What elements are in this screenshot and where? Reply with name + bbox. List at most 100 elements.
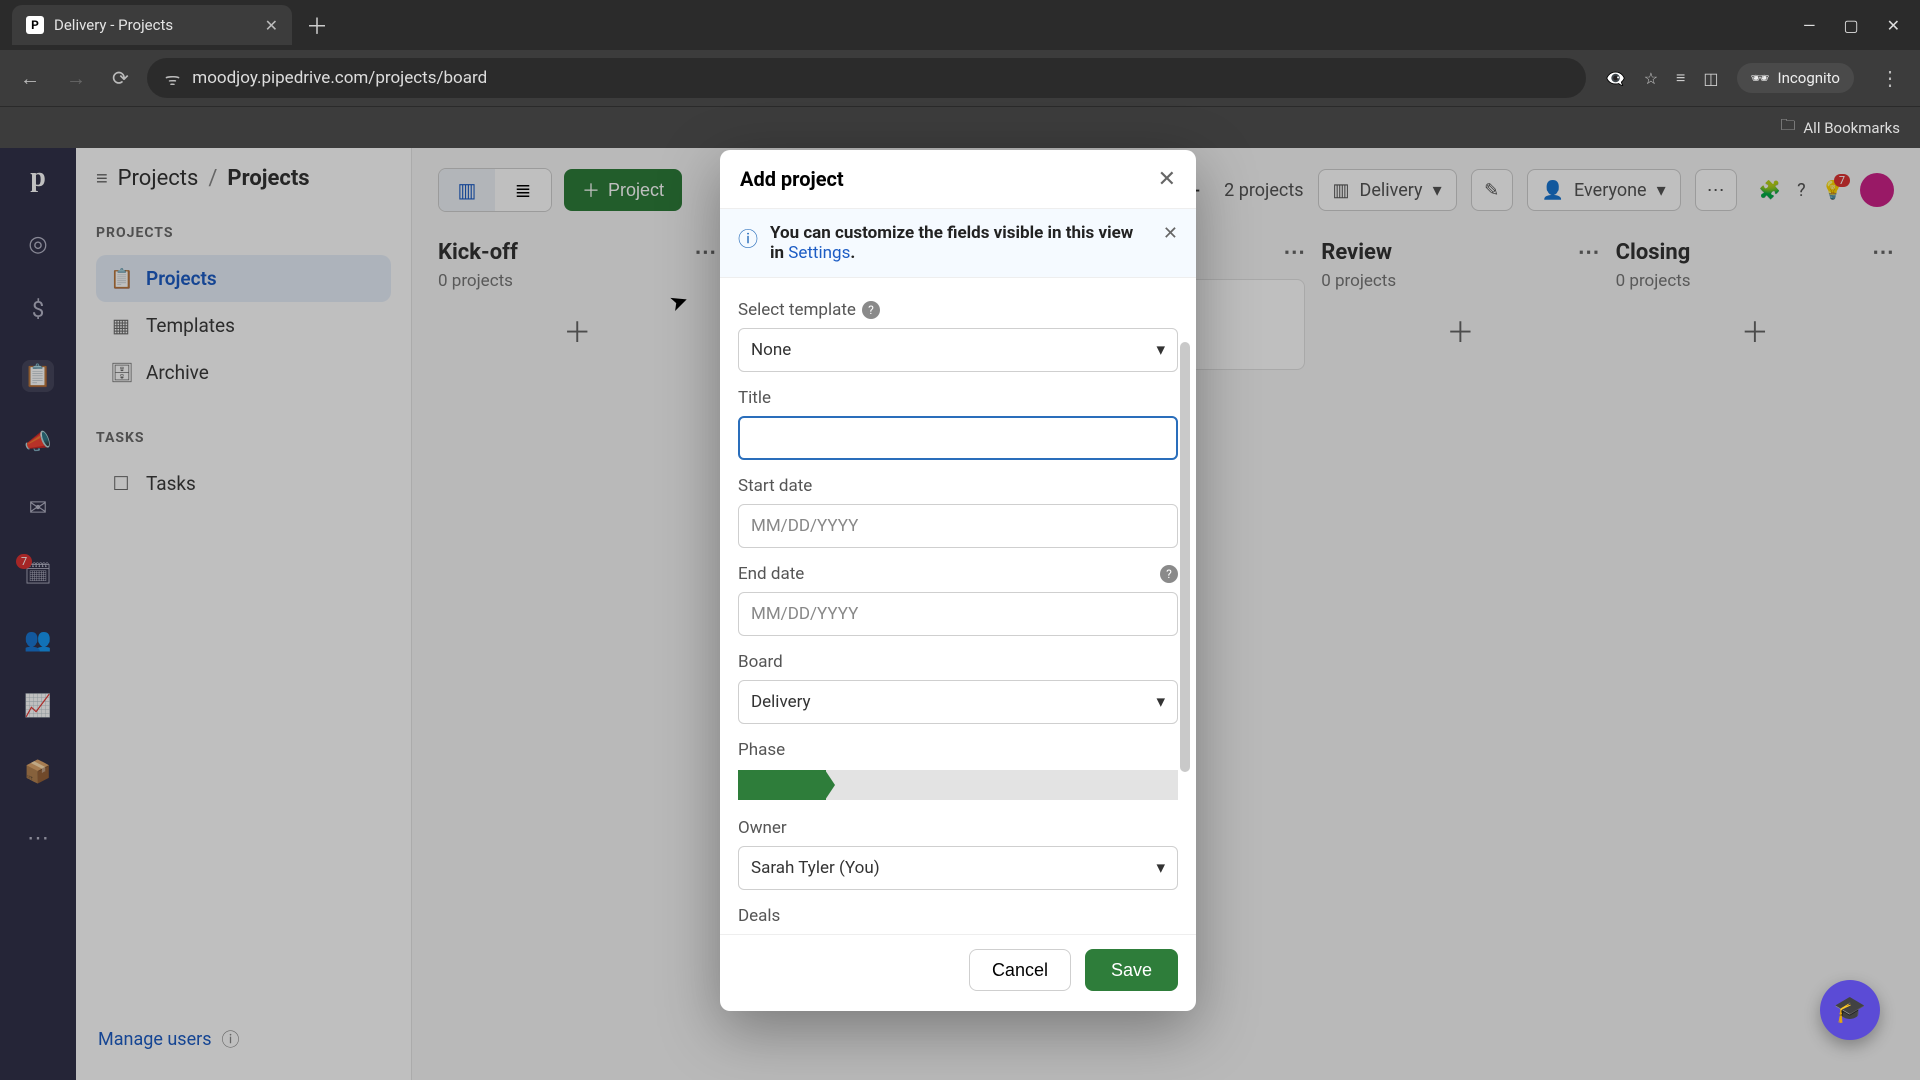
column-subtitle: 0 projects [438, 271, 716, 291]
label-end-date: End date ? [738, 564, 1178, 584]
help-fab[interactable]: 🎓 [1820, 980, 1880, 1040]
whatsnew-icon[interactable]: 💡 [1822, 180, 1844, 201]
modal-header: Add project ✕ [720, 150, 1196, 209]
sidebar-item-templates[interactable]: ▦ Templates [96, 302, 391, 349]
new-tab-button[interactable]: ＋ [292, 9, 342, 41]
extensions-icon[interactable]: 🧩 [1759, 180, 1781, 201]
cancel-button[interactable]: Cancel [969, 949, 1071, 991]
manage-users-link[interactable]: Manage users ⓘ [96, 1016, 391, 1062]
board-filter-label: Delivery [1360, 180, 1423, 201]
kebab-menu-icon[interactable]: ⋮ [1872, 60, 1908, 96]
window-controls: — ▢ ✕ [1803, 16, 1920, 35]
site-info-icon[interactable]: ᯤ [165, 67, 181, 90]
rail-currency-icon[interactable]: $ [22, 294, 54, 326]
owner-value: Sarah Tyler (You) [751, 858, 880, 878]
chevron-down-icon: ▾ [1433, 180, 1442, 201]
add-card-button[interactable]: ＋ [1616, 311, 1894, 351]
help-icon[interactable]: ? [1797, 180, 1806, 201]
rail-projects-icon[interactable]: 📋 [22, 360, 54, 392]
close-window-icon[interactable]: ✕ [1887, 16, 1900, 35]
end-date-input[interactable]: MM/DD/YYYY [738, 592, 1178, 636]
rail-calendar-icon[interactable]: 7🗓 [22, 558, 54, 590]
add-card-button[interactable]: ＋ [1321, 311, 1599, 351]
scrollbar[interactable] [1180, 342, 1194, 924]
close-tab-icon[interactable]: ✕ [265, 16, 278, 35]
more-icon[interactable]: ⋯ [1695, 169, 1737, 211]
rail-campaigns-icon[interactable]: 📣 [22, 426, 54, 458]
settings-link[interactable]: Settings [788, 243, 850, 263]
save-button[interactable]: Save [1085, 949, 1178, 991]
reload-icon[interactable]: ⟳ [104, 60, 137, 96]
chevron-down-icon: ▾ [1156, 858, 1165, 878]
incognito-label: Incognito [1778, 69, 1840, 87]
column-menu-icon[interactable]: ⋯ [1872, 240, 1894, 265]
sidebar-item-archive[interactable]: 🗄 Archive [96, 349, 391, 396]
section-title-tasks: TASKS [96, 430, 391, 446]
sidebar-item-tasks[interactable]: ☐ Tasks [96, 460, 391, 507]
rail-contacts-icon[interactable]: 👥 [22, 624, 54, 656]
rail-badge: 7 [16, 554, 32, 569]
address-bar[interactable]: ᯤ moodjoy.pipedrive.com/projects/board [147, 58, 1586, 98]
phase-segment[interactable] [1090, 770, 1178, 800]
all-bookmarks-button[interactable]: 🗀 All Bookmarks [1780, 115, 1900, 140]
column-menu-icon[interactable]: ⋯ [694, 240, 716, 265]
sidebar-item-projects[interactable]: 📋 Projects [96, 255, 391, 302]
info-post: . [850, 243, 855, 263]
browser-tab[interactable]: P Delivery - Projects ✕ [12, 5, 292, 45]
minimize-icon[interactable]: — [1803, 16, 1816, 35]
back-icon[interactable]: ← [12, 60, 48, 97]
column-title: Kick-off [438, 240, 518, 265]
rail-focus-icon[interactable]: ◎ [22, 228, 54, 260]
label-template: Select template ? [738, 300, 1178, 320]
panel-icon[interactable]: ◫ [1703, 69, 1718, 88]
board-view-icon[interactable]: ▥ [439, 169, 495, 211]
dismiss-banner-icon[interactable]: ✕ [1163, 223, 1178, 263]
label-phase: Phase [738, 740, 1178, 760]
plus-icon: ＋ [582, 177, 600, 203]
all-bookmarks-label: All Bookmarks [1803, 119, 1900, 137]
scrollbar-thumb[interactable] [1180, 342, 1190, 772]
template-icon: ▦ [110, 314, 132, 337]
avatar[interactable] [1860, 173, 1894, 207]
start-date-input[interactable]: MM/DD/YYYY [738, 504, 1178, 548]
help-icon[interactable]: ? [1160, 565, 1178, 583]
phase-segment[interactable] [738, 770, 826, 800]
tasks-icon: ☐ [110, 472, 132, 495]
help-icon[interactable]: ? [862, 301, 880, 319]
modal-close-icon[interactable]: ✕ [1158, 166, 1176, 192]
bookmark-star-icon[interactable]: ☆ [1644, 69, 1658, 88]
info-banner: ⓘ You can customize the fields visible i… [720, 209, 1196, 278]
phase-segment[interactable] [914, 770, 1002, 800]
incognito-indicator[interactable]: 🕶 Incognito [1737, 63, 1855, 93]
column-menu-icon[interactable]: ⋯ [1578, 240, 1600, 265]
phase-segment[interactable] [826, 770, 914, 800]
board-select[interactable]: Delivery ▾ [738, 680, 1178, 724]
rail-products-icon[interactable]: 📦 [22, 756, 54, 788]
app-logo[interactable]: p [30, 162, 46, 194]
eye-off-icon[interactable]: 👁‍🗨 [1606, 69, 1626, 88]
label-template-text: Select template [738, 300, 856, 320]
title-input[interactable] [738, 416, 1178, 460]
template-select[interactable]: None ▾ [738, 328, 1178, 372]
label-board: Board [738, 652, 1178, 672]
playlist-icon[interactable]: ≡ [1676, 68, 1685, 88]
crumb-root[interactable]: Projects [118, 166, 199, 191]
column-menu-icon[interactable]: ⋯ [1283, 240, 1305, 265]
edit-icon[interactable]: ✎ [1471, 169, 1513, 211]
add-project-button[interactable]: ＋ Project [564, 169, 682, 211]
board-filter[interactable]: ▥ Delivery ▾ [1318, 169, 1457, 211]
crumb-separator: / [208, 166, 217, 191]
phase-segment[interactable] [1002, 770, 1090, 800]
list-view-icon[interactable]: ≣ [495, 169, 551, 211]
rail-insights-icon[interactable]: 📈 [22, 690, 54, 722]
maximize-icon[interactable]: ▢ [1843, 16, 1858, 35]
rail-more-icon[interactable]: ⋯ [22, 822, 54, 854]
modal-body: Select template ? None ▾ Title Start dat… [720, 278, 1196, 934]
rail-mail-icon[interactable]: ✉ [22, 492, 54, 524]
people-filter[interactable]: 👤 Everyone ▾ [1527, 169, 1681, 211]
owner-select[interactable]: Sarah Tyler (You) ▾ [738, 846, 1178, 890]
phase-selector[interactable] [738, 770, 1178, 800]
column-title: Closing [1616, 240, 1691, 265]
collapse-sidebar-icon[interactable]: ≡ [96, 166, 108, 191]
incognito-icon: 🕶 [1751, 69, 1770, 87]
